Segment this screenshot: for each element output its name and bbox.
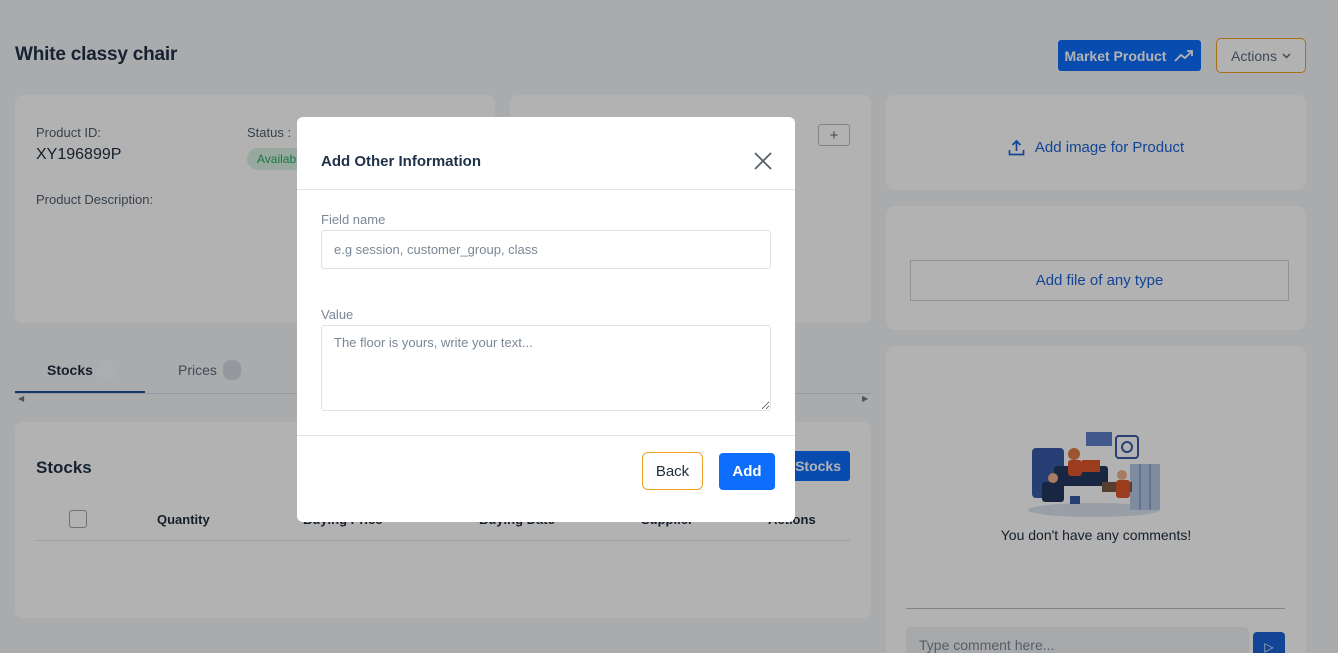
field-name-input[interactable] [321,230,771,269]
add-button[interactable]: Add [719,453,775,490]
field-name-label: Field name [321,212,386,227]
modal-title: Add Other Information [321,153,481,170]
modal-footer-divider [297,435,795,436]
add-other-information-modal: Add Other Information Field name Value B… [297,117,795,522]
value-label: Value [321,307,354,322]
modal-header-divider [297,189,795,190]
value-textarea[interactable] [321,325,771,411]
close-icon[interactable] [751,149,775,173]
back-button[interactable]: Back [642,452,703,490]
